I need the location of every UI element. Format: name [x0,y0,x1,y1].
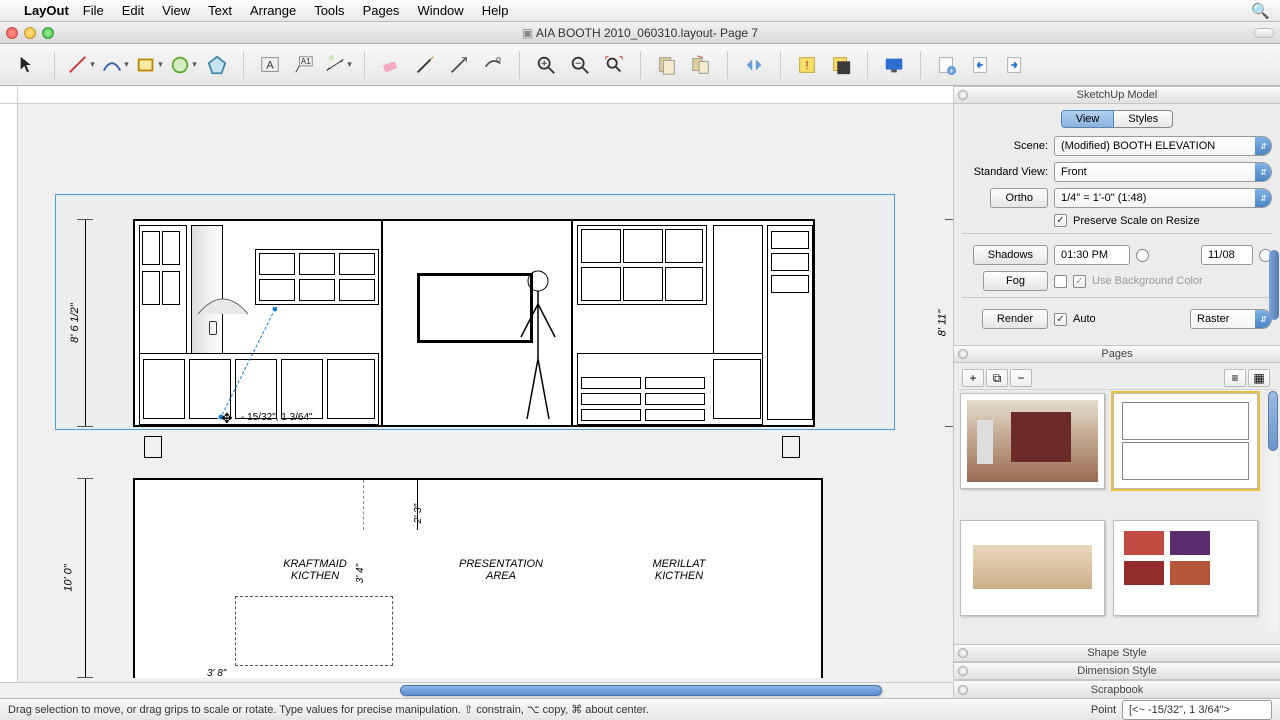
dimension-tool[interactable]: ▾ [322,51,354,79]
dimension-left[interactable]: 8' 6 1/2" [65,219,131,427]
status-point-input[interactable]: [<~ -15/32", 1 3/64"> [1122,700,1272,720]
menu-view[interactable]: View [162,3,190,18]
window-scrollbar[interactable] [1269,250,1279,320]
svg-text:!: ! [805,58,808,72]
export-button[interactable]: + [931,51,963,79]
panel-header-scrapbook[interactable]: Scrapbook [954,680,1280,698]
label-stdview: Standard View: [962,166,1048,178]
presentation-flip-button[interactable] [738,51,770,79]
cursor-readout: - 15/32", 1 3/64" [241,412,313,423]
label-tool[interactable]: A1 [288,51,320,79]
auto-render-label: Auto [1073,313,1096,325]
next-page-button[interactable] [999,51,1031,79]
prev-page-button[interactable] [965,51,997,79]
polygon-tool[interactable] [201,51,233,79]
spotlight-icon[interactable]: 🔍 [1251,2,1270,20]
floor-plan[interactable]: 10' 0" [55,468,895,678]
add-page-button[interactable] [651,51,683,79]
menu-text[interactable]: Text [208,3,232,18]
list-view-icon[interactable]: ≡ [1224,369,1246,387]
join-tool[interactable] [477,51,509,79]
preserve-scale-label: Preserve Scale on Resize [1073,215,1200,227]
page-thumbnail-1[interactable] [960,393,1105,489]
present-button[interactable] [878,51,910,79]
line-tool[interactable]: ▾ [65,51,97,79]
svg-text:A: A [266,59,274,71]
shadows-time-input[interactable]: 01:30 PM [1054,245,1130,265]
zoom-out-tool[interactable] [564,51,596,79]
duplicate-page-button[interactable] [685,51,717,79]
panel-header-pages[interactable]: Pages [954,345,1280,363]
standard-view-dropdown[interactable]: Front⇵ [1054,162,1272,182]
status-point-label: Point [1091,704,1116,716]
zoom-extents-tool[interactable] [598,51,630,79]
panel-header-sketchup[interactable]: SketchUp Model [954,86,1280,104]
panel-header-shapestyle[interactable]: Shape Style [954,644,1280,662]
page-thumbnail-2[interactable] [1113,393,1258,489]
shadows-date-input[interactable]: 11/08 [1201,245,1253,265]
toolbar-pill[interactable] [1254,28,1274,38]
menu-help[interactable]: Help [482,3,509,18]
pages-thumbnails[interactable] [954,387,1264,644]
move-cursor-icon: ✥ [221,410,233,427]
ortho-button[interactable]: Ortho [990,188,1048,208]
menu-window[interactable]: Window [417,3,463,18]
menubar: LayOut File Edit View Text Arrange Tools… [0,0,1280,22]
scene-dropdown[interactable]: (Modified) BOOTH ELEVATION⇵ [1054,136,1272,156]
usebg-checkbox[interactable]: ✓ [1073,275,1086,288]
zoom-in-tool[interactable] [530,51,562,79]
dimension-right[interactable]: 8' 11" [909,219,954,427]
time-radio[interactable] [1136,249,1149,262]
text-tool[interactable]: A [254,51,286,79]
rectangle-tool[interactable]: ▾ [133,51,165,79]
window-title: ▣ AIA BOOTH 2010_060310.layout- Page 7 [0,26,1280,40]
circle-tool[interactable]: ▾ [167,51,199,79]
tab-styles[interactable]: Styles [1114,110,1173,128]
page-thumbnail-4[interactable] [1113,520,1258,616]
menu-file[interactable]: File [83,3,104,18]
fog-color-swatch[interactable] [1054,275,1067,288]
warning-button[interactable]: ! [791,51,823,79]
layers-button[interactable] [825,51,857,79]
menu-tools[interactable]: Tools [314,3,344,18]
fog-button[interactable]: Fog [983,271,1048,291]
style-tool[interactable] [409,51,441,79]
app-menu[interactable]: LayOut [24,3,69,18]
status-bar: Drag selection to move, or drag grips to… [0,698,1280,720]
erase-tool[interactable] [375,51,407,79]
toolbar: ▾ ▾ ▾ ▾ A A1 ▾ ! + [0,44,1280,86]
menu-arrange[interactable]: Arrange [250,3,296,18]
render-button[interactable]: Render [982,309,1048,329]
window-titlebar: ▣ AIA BOOTH 2010_060310.layout- Page 7 [0,22,1280,44]
arc-tool[interactable]: ▾ [99,51,131,79]
remove-page-icon[interactable]: − [1010,369,1032,387]
elevation-viewport[interactable] [133,219,815,427]
auto-render-checkbox[interactable]: ✓ [1054,313,1067,326]
status-hint: Drag selection to move, or drag grips to… [8,703,649,716]
select-tool[interactable] [12,51,44,79]
render-mode-dropdown[interactable]: Raster⇵ [1190,309,1272,329]
usebg-label: Use Background Color [1092,275,1203,287]
ruler-vertical[interactable] [0,104,18,698]
dimension-plan-left: 10' 0" [65,478,131,678]
split-tool[interactable] [443,51,475,79]
page-thumbnail-3[interactable] [960,520,1105,616]
preserve-scale-checkbox[interactable]: ✓ [1054,214,1067,227]
grid-view-icon[interactable]: ▦ [1248,369,1270,387]
canvas[interactable]: 8' 6 1/2" 8' 11" [0,86,954,698]
ruler-horizontal[interactable] [18,86,953,104]
horizontal-scrollbar[interactable] [0,682,953,698]
shadows-button[interactable]: Shadows [973,245,1048,265]
duplicate-page-icon[interactable]: ⧉ [986,369,1008,387]
menu-edit[interactable]: Edit [122,3,144,18]
add-page-icon[interactable]: + [962,369,984,387]
panel-header-dimensionstyle[interactable]: Dimension Style [954,662,1280,680]
menu-pages[interactable]: Pages [363,3,400,18]
scale-figure-icon [513,269,563,424]
label-scene: Scene: [962,140,1048,152]
tab-view[interactable]: View [1061,110,1115,128]
svg-text:+: + [949,66,954,75]
scale-dropdown[interactable]: 1/4" = 1'-0" (1:48)⇵ [1054,188,1272,208]
svg-text:A1: A1 [301,57,312,66]
